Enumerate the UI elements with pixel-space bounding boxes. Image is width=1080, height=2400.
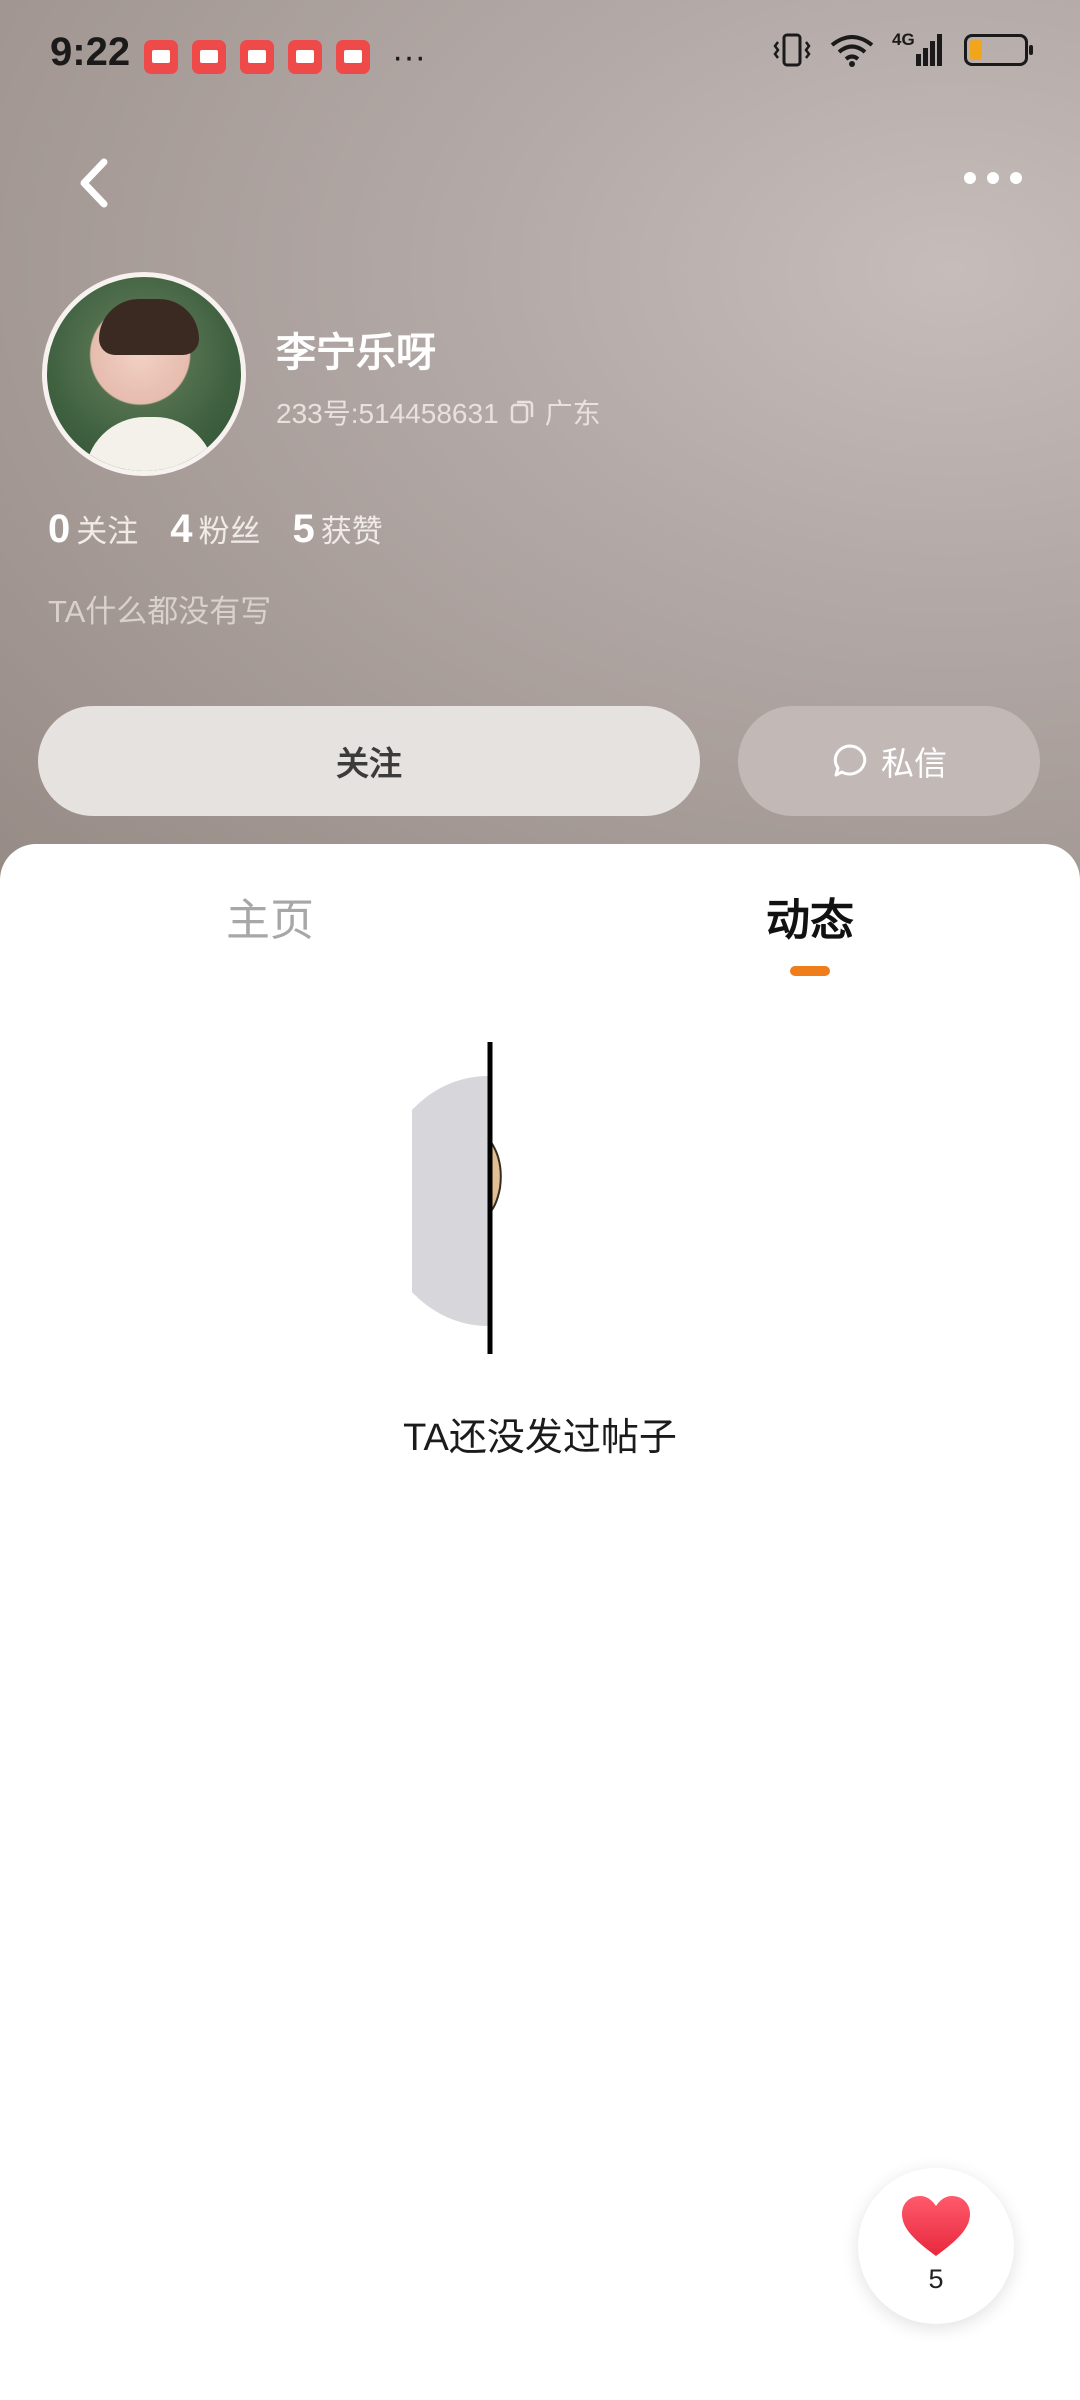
stat-label: 关注 [76,514,139,549]
heart-icon [902,2196,970,2256]
message-button[interactable]: 私信 [738,706,1040,816]
empty-state-illustration [412,1042,502,1354]
like-count: 5 [928,2264,944,2294]
follow-button-label: 关注 [336,745,402,782]
username: 李宁乐呀 [276,331,436,375]
battery-icon [964,34,1033,66]
avatar[interactable] [42,272,246,476]
more-options-button[interactable] [958,158,1028,198]
profile-bio: TA什么都没有写 [48,594,272,629]
user-id-line: 233号:514458631 广东 [276,392,601,432]
status-bar: 9:22 ··· 4G [0,0,1080,110]
book-app-icon [240,40,274,74]
huawei-app-icon [144,40,178,74]
tab-activity[interactable]: 动态 [766,884,854,948]
copy-icon[interactable] [509,399,535,425]
stat-number: 0 [48,507,71,551]
book-app-icon [336,40,370,74]
status-time: 9:22 [50,30,131,74]
stat-number: 4 [170,507,193,551]
user-id: 233号:514458631 [276,398,499,429]
stat-following[interactable]: 0 关注 [48,506,138,552]
stat-label: 粉丝 [198,514,261,549]
tab-home[interactable]: 主页 [226,884,314,948]
more-dots-icon [964,172,1022,184]
book-app-icon [288,40,322,74]
notification-icons: ··· [144,40,426,74]
content-card: 主页 动态 [0,844,1080,2400]
empty-state-text: TA还没发过帖子 [403,1417,677,1459]
more-notifications-icon: ··· [392,38,426,76]
system-icons: 4G [772,30,1033,68]
cellular-signal-icon: 4G [892,30,946,68]
vibrate-icon [773,33,811,67]
stat-followers[interactable]: 4 粉丝 [170,506,260,552]
chevron-left-icon [80,158,108,208]
follow-button[interactable]: 关注 [38,706,700,816]
user-location: 广东 [544,398,601,429]
stat-likes[interactable]: 5 获赞 [293,506,383,552]
profile-stats: 0 关注 4 粉丝 5 获赞 [48,506,383,552]
stat-number: 5 [292,507,315,551]
message-button-label: 私信 [881,745,947,782]
like-button[interactable]: 5 [858,2168,1014,2324]
active-tab-indicator [790,966,830,976]
stat-label: 获赞 [320,514,383,549]
wifi-icon [830,35,874,67]
back-button[interactable] [62,148,132,218]
book-app-icon [192,40,226,74]
chat-bubble-icon [833,744,867,777]
